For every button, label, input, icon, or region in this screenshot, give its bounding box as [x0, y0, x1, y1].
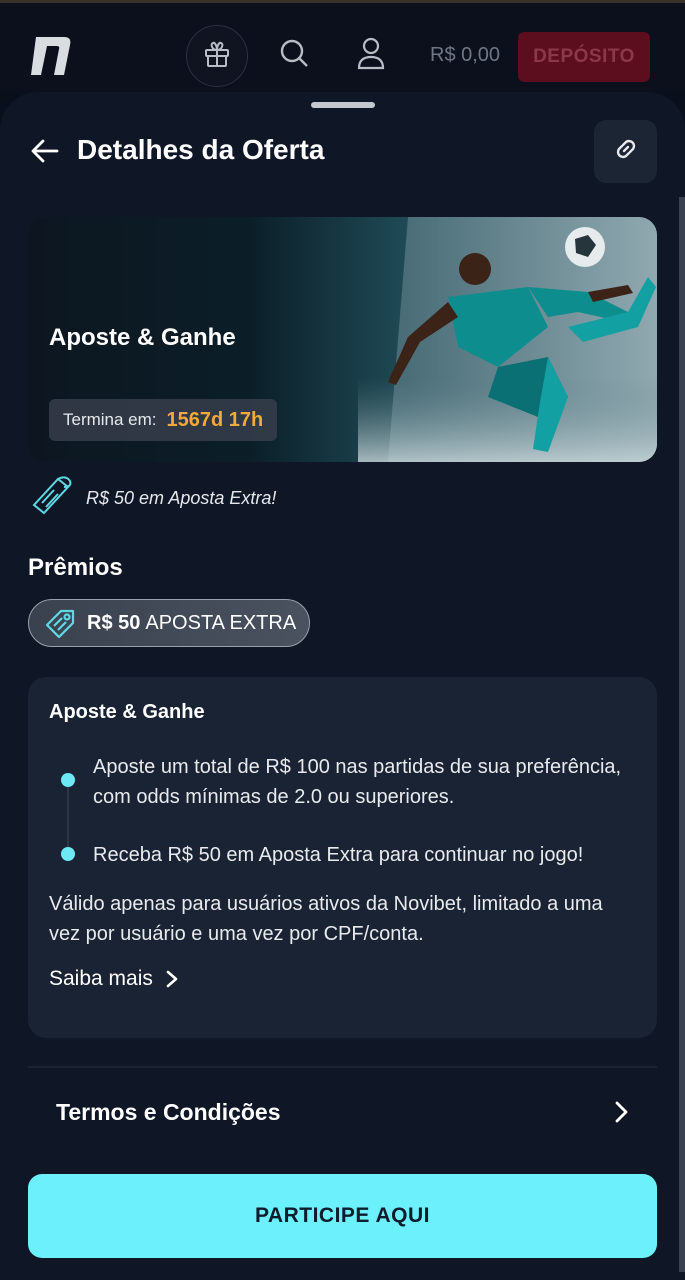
share-link-button[interactable]	[594, 120, 657, 183]
offer-details-sheet: Detalhes da Oferta Aposte & Ganhe Termin…	[0, 92, 685, 1280]
prize-label: APOSTA EXTRA	[145, 611, 297, 634]
app-bar: R$ 0,00 DEPÓSITO	[0, 3, 685, 93]
step-dot	[61, 773, 75, 787]
participate-button[interactable]: PARTICIPE AQUI	[28, 1174, 657, 1258]
chevron-right-icon	[615, 1101, 628, 1123]
scrollbar[interactable]	[679, 197, 685, 1272]
extra-bet-text: R$ 50 em Aposta Extra!	[86, 487, 277, 508]
prize-chip: R$ 50 APOSTA EXTRA	[28, 599, 310, 647]
logo-icon[interactable]	[30, 35, 74, 77]
tag-icon	[43, 605, 79, 641]
link-icon	[611, 134, 641, 169]
account-button[interactable]	[353, 37, 389, 73]
divider	[28, 1066, 657, 1068]
ticket-icon	[28, 473, 74, 524]
banner-title: Aposte & Ganhe	[49, 324, 236, 351]
balance: R$ 0,00	[430, 44, 501, 66]
search-icon	[278, 37, 310, 74]
step-item: Aposte um total de R$ 100 nas partidas d…	[93, 756, 622, 808]
offer-card-title: Aposte & Ganhe	[49, 701, 205, 723]
page-title: Detalhes da Oferta	[77, 134, 325, 165]
drag-handle[interactable]	[311, 102, 375, 108]
prizes-title: Prêmios	[28, 554, 123, 581]
gift-button[interactable]	[186, 25, 248, 87]
prize-amount: R$ 50	[87, 611, 141, 634]
back-button[interactable]	[30, 136, 64, 170]
offer-note: Válido apenas para usuários ativos da No…	[49, 893, 603, 945]
learn-more-label: Saiba mais	[49, 967, 153, 990]
search-button[interactable]	[276, 37, 312, 73]
gift-icon	[202, 39, 232, 74]
step-dot	[61, 847, 75, 861]
countdown-badge: Termina em: 1567d 17h	[49, 399, 278, 441]
countdown-label: Termina em:	[63, 410, 157, 429]
extra-bet-row: R$ 50 em Aposta Extra!	[28, 475, 276, 521]
terms-label: Termos e Condições	[56, 1098, 281, 1125]
learn-more-link[interactable]: Saiba mais	[49, 964, 179, 994]
steps-connector	[67, 781, 69, 856]
step-item: Receba R$ 50 em Aposta Extra para contin…	[93, 844, 584, 866]
user-icon	[356, 36, 386, 75]
offer-banner: Aposte & Ganhe Termina em: 1567d 17h	[28, 217, 657, 462]
chevron-right-icon	[166, 970, 178, 988]
terms-row[interactable]: Termos e Condições	[28, 1082, 657, 1142]
offer-card: Aposte & Ganhe Aposte um total de R$ 100…	[28, 677, 657, 1038]
deposit-button[interactable]: DEPÓSITO	[518, 32, 650, 82]
countdown-value: 1567d 17h	[166, 408, 264, 431]
arrow-left-icon	[30, 138, 60, 169]
